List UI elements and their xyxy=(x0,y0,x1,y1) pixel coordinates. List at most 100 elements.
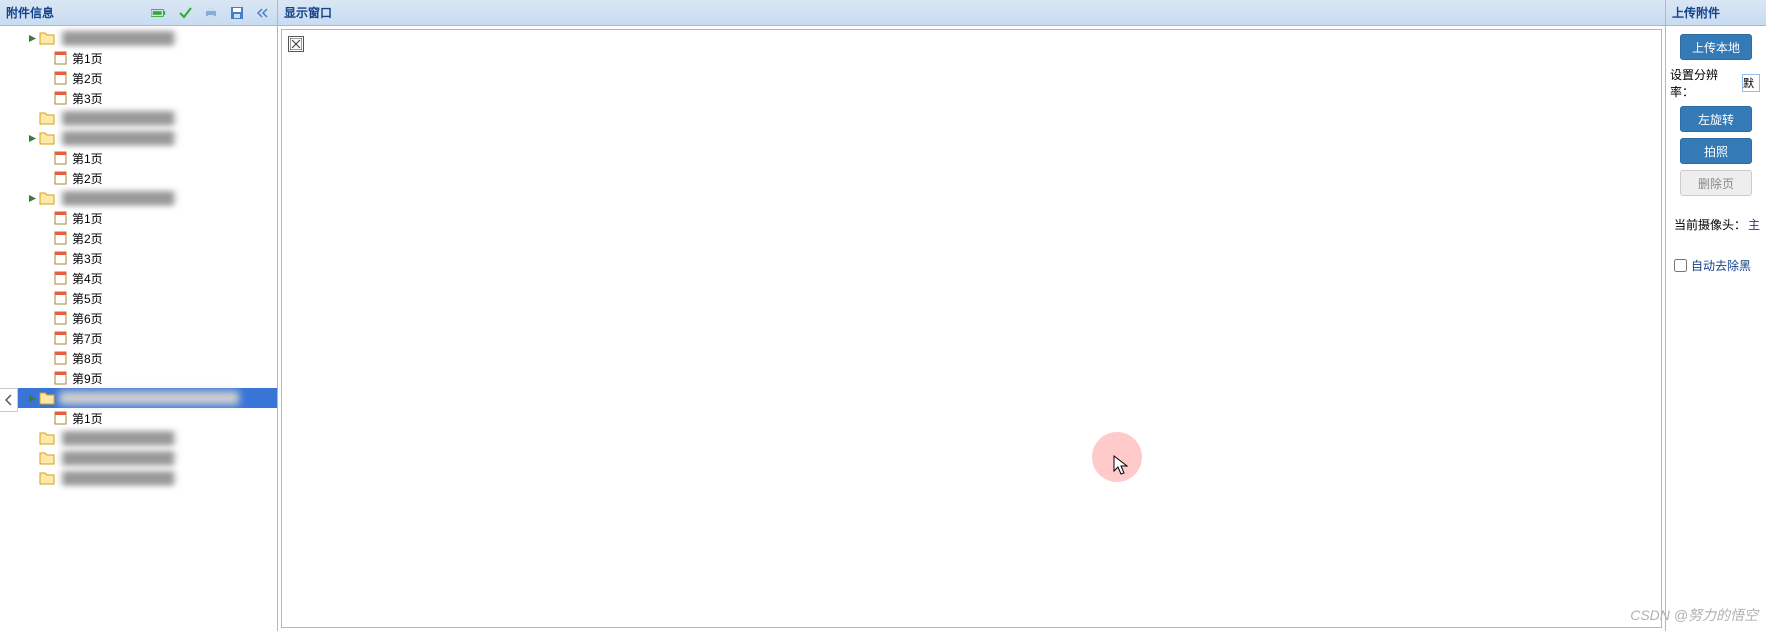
page-icon xyxy=(54,411,68,425)
folder-node[interactable] xyxy=(0,388,277,408)
expand-icon[interactable] xyxy=(28,194,37,203)
folder-icon xyxy=(39,391,55,405)
broken-image-icon xyxy=(288,36,304,52)
expand-icon[interactable] xyxy=(28,394,37,403)
image-viewer[interactable] xyxy=(281,29,1662,628)
collapse-icon[interactable] xyxy=(255,5,271,21)
folder-icon xyxy=(39,471,55,485)
rotate-left-button[interactable]: 左旋转 xyxy=(1680,106,1752,132)
page-label: 第7页 xyxy=(72,330,103,347)
page-label: 第3页 xyxy=(72,90,103,107)
resolution-label: 设置分辨率： xyxy=(1670,66,1740,100)
page-label: 第1页 xyxy=(72,50,103,67)
page-node[interactable]: 第1页 xyxy=(0,408,277,428)
folder-node[interactable]: █████████████ xyxy=(0,468,277,488)
page-label: 第9页 xyxy=(72,370,103,387)
page-label: 第1页 xyxy=(72,210,103,227)
page-icon xyxy=(54,271,68,285)
page-label: 第5页 xyxy=(72,290,103,307)
attachment-tree[interactable]: █████████████第1页第2页第3页██████████████████… xyxy=(0,26,277,631)
page-label: 第2页 xyxy=(72,170,103,187)
page-label: 第1页 xyxy=(72,410,103,427)
folder-node[interactable]: █████████████ xyxy=(0,28,277,48)
upload-panel: 上传附件 上传本地 设置分辨率： 左旋转 拍照 删除页 当前摄像头： 主 自动去… xyxy=(1666,0,1766,631)
folder-icon xyxy=(39,131,55,145)
page-label: 第8页 xyxy=(72,350,103,367)
folder-label-redacted xyxy=(59,391,239,405)
page-label: 第1页 xyxy=(72,150,103,167)
folder-node[interactable]: █████████████ xyxy=(0,128,277,148)
page-icon xyxy=(54,211,68,225)
expand-icon[interactable] xyxy=(28,134,37,143)
page-node[interactable]: 第2页 xyxy=(0,228,277,248)
page-label: 第3页 xyxy=(72,250,103,267)
page-node[interactable]: 第3页 xyxy=(0,88,277,108)
check-icon[interactable] xyxy=(177,5,193,21)
folder-label-redacted: █████████████ xyxy=(59,191,178,205)
page-node[interactable]: 第5页 xyxy=(0,288,277,308)
right-panel-header: 上传附件 xyxy=(1666,0,1766,26)
page-icon xyxy=(54,371,68,385)
folder-node[interactable]: █████████████ xyxy=(0,108,277,128)
print-icon[interactable] xyxy=(203,5,219,21)
camera-label: 当前摄像头： xyxy=(1674,216,1746,233)
page-icon xyxy=(54,291,68,305)
left-panel-header: 附件信息 xyxy=(0,0,277,26)
right-panel-title: 上传附件 xyxy=(1672,4,1720,21)
page-label: 第6页 xyxy=(72,310,103,327)
attachment-info-panel: 附件信息 █████████████第1页第2页第3页█████████████… xyxy=(0,0,278,631)
resolution-input[interactable] xyxy=(1742,74,1760,92)
page-node[interactable]: 第3页 xyxy=(0,248,277,268)
page-icon xyxy=(54,231,68,245)
folder-node[interactable]: █████████████ xyxy=(0,428,277,448)
folder-label-redacted: █████████████ xyxy=(59,471,178,485)
auto-remove-black-row[interactable]: 自动去除黑 xyxy=(1670,257,1762,274)
page-icon xyxy=(54,171,68,185)
page-icon xyxy=(54,351,68,365)
save-icon[interactable] xyxy=(229,5,245,21)
collapse-left-handle[interactable] xyxy=(0,388,18,412)
page-node[interactable]: 第9页 xyxy=(0,368,277,388)
folder-label-redacted: █████████████ xyxy=(59,31,178,45)
page-icon xyxy=(54,251,68,265)
auto-remove-black-checkbox[interactable] xyxy=(1674,259,1687,272)
page-icon xyxy=(54,71,68,85)
folder-label-redacted: █████████████ xyxy=(59,131,178,145)
expand-icon[interactable] xyxy=(28,34,37,43)
folder-icon xyxy=(39,431,55,445)
capture-button[interactable]: 拍照 xyxy=(1680,138,1752,164)
page-node[interactable]: 第1页 xyxy=(0,48,277,68)
auto-remove-black-label: 自动去除黑 xyxy=(1691,257,1751,274)
page-node[interactable]: 第6页 xyxy=(0,308,277,328)
page-label: 第2页 xyxy=(72,70,103,87)
battery-icon[interactable] xyxy=(151,5,167,21)
page-icon xyxy=(54,331,68,345)
folder-node[interactable]: █████████████ xyxy=(0,448,277,468)
resolution-row: 设置分辨率： xyxy=(1670,66,1762,100)
folder-icon xyxy=(39,31,55,45)
page-node[interactable]: 第8页 xyxy=(0,348,277,368)
page-icon xyxy=(54,91,68,105)
folder-label-redacted: █████████████ xyxy=(59,431,178,445)
folder-label-redacted: █████████████ xyxy=(59,111,178,125)
center-panel-title: 显示窗口 xyxy=(284,4,332,21)
page-node[interactable]: 第1页 xyxy=(0,208,277,228)
page-node[interactable]: 第2页 xyxy=(0,168,277,188)
page-icon xyxy=(54,51,68,65)
page-node[interactable]: 第7页 xyxy=(0,328,277,348)
folder-icon xyxy=(39,191,55,205)
page-node[interactable]: 第4页 xyxy=(0,268,277,288)
camera-row: 当前摄像头： 主 xyxy=(1670,216,1762,233)
folder-label-redacted: █████████████ xyxy=(59,451,178,465)
camera-value: 主 xyxy=(1748,216,1760,233)
upload-local-button[interactable]: 上传本地 xyxy=(1680,34,1752,60)
folder-icon xyxy=(39,111,55,125)
center-panel-header: 显示窗口 xyxy=(278,0,1665,26)
folder-node[interactable]: █████████████ xyxy=(0,188,277,208)
page-icon xyxy=(54,311,68,325)
page-node[interactable]: 第1页 xyxy=(0,148,277,168)
page-label: 第4页 xyxy=(72,270,103,287)
page-label: 第2页 xyxy=(72,230,103,247)
page-node[interactable]: 第2页 xyxy=(0,68,277,88)
folder-icon xyxy=(39,451,55,465)
